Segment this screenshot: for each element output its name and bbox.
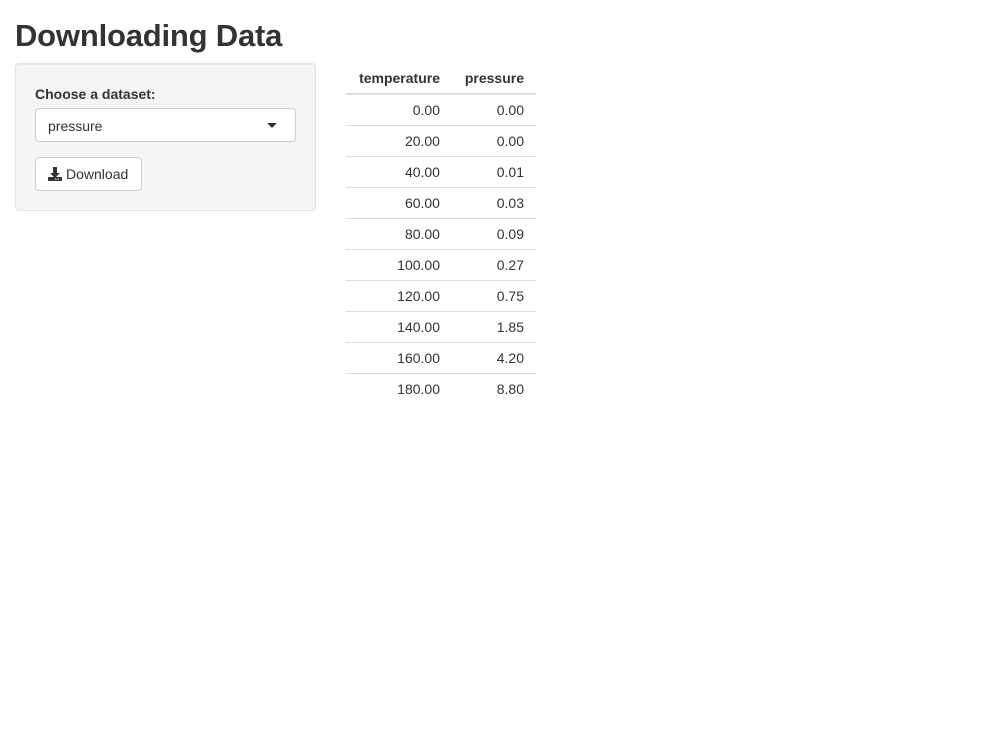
cell-temperature: 40.00	[346, 155, 452, 187]
table-row: 140.00 1.85	[346, 310, 536, 342]
cell-pressure: 0.75	[451, 279, 536, 311]
table-row: 180.00 8.80	[346, 372, 536, 404]
cell-pressure: 8.80	[451, 372, 536, 404]
download-button[interactable]: Download	[35, 157, 142, 191]
column-header-temperature: temperature	[346, 62, 452, 95]
table-row: 0.00 0.00	[346, 94, 536, 125]
cell-pressure: 0.00	[451, 124, 536, 156]
table-row: 120.00 0.75	[346, 279, 536, 311]
dataset-select-value: pressure	[48, 118, 103, 134]
column-header-pressure: pressure	[451, 62, 536, 95]
cell-pressure: 4.20	[451, 341, 536, 373]
table-header-row: temperature pressure	[346, 62, 536, 95]
cell-pressure: 0.01	[451, 155, 536, 187]
data-table: temperature pressure 0.00 0.00 20.00 0.0…	[346, 62, 536, 404]
caret-down-icon	[267, 123, 277, 128]
cell-temperature: 80.00	[346, 217, 452, 249]
cell-pressure: 1.85	[451, 310, 536, 342]
page-title: Downloading Data	[15, 18, 283, 53]
cell-temperature: 160.00	[346, 341, 452, 373]
sidebar-panel: Choose a dataset: pressure Download	[15, 63, 316, 211]
cell-temperature: 100.00	[346, 248, 452, 280]
download-button-label: Download	[66, 166, 129, 182]
download-icon	[48, 167, 62, 181]
cell-pressure: 0.00	[496, 101, 524, 118]
table-row: 160.00 4.20	[346, 341, 536, 373]
dataset-label: Choose a dataset:	[35, 86, 156, 102]
cell-temperature: 0.00	[412, 101, 440, 118]
page: Downloading Data Choose a dataset: press…	[0, 0, 992, 744]
cell-temperature: 180.00	[346, 372, 452, 404]
cell-temperature: 120.00	[346, 279, 452, 311]
cell-temperature: 60.00	[346, 186, 452, 218]
cell-pressure: 0.09	[451, 217, 536, 249]
cell-pressure: 0.03	[451, 186, 536, 218]
table-row: 40.00 0.01	[346, 155, 536, 187]
table-row: 20.00 0.00	[346, 124, 536, 156]
cell-pressure: 0.27	[451, 248, 536, 280]
table-row: 60.00 0.03	[346, 186, 536, 218]
cell-temperature: 140.00	[346, 310, 452, 342]
table-row: 80.00 0.09	[346, 217, 536, 249]
cell-temperature: 20.00	[346, 124, 452, 156]
dataset-select[interactable]: pressure	[35, 108, 296, 142]
table-row: 100.00 0.27	[346, 248, 536, 280]
